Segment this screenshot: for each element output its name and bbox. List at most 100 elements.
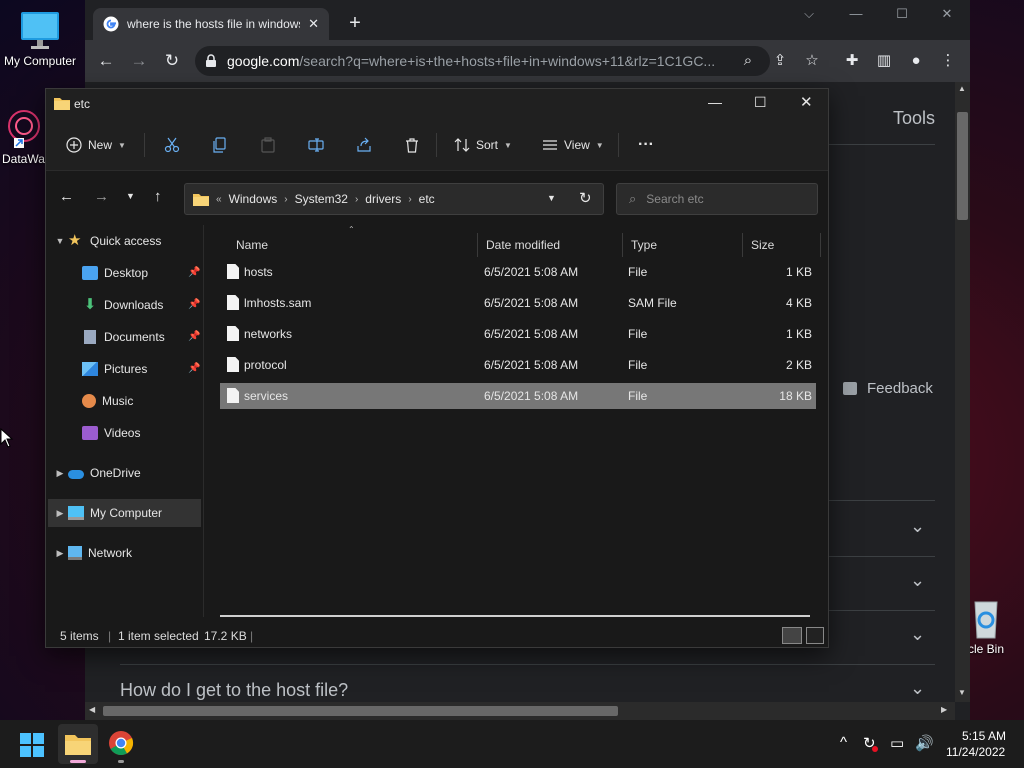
pin-icon[interactable]: 📌 <box>188 331 200 342</box>
chevron-down-icon[interactable]: ⌄ <box>910 678 925 699</box>
scroll-up-icon[interactable]: ▲ <box>958 84 966 93</box>
refresh-icon[interactable]: ↻ <box>579 189 592 207</box>
chevron-down-icon[interactable]: ⌄ <box>910 570 925 591</box>
desktop-icon-my-computer[interactable]: My Computer <box>4 10 76 68</box>
browser-tab[interactable]: where is the hosts file in windows ✕ <box>93 8 329 40</box>
bookmark-star-icon[interactable]: ☆ <box>801 50 823 72</box>
menu-icon[interactable]: ⋮ <box>937 50 959 72</box>
search-icon: ⌕ <box>629 191 637 206</box>
faq-question[interactable]: How do I get to the host file? <box>120 680 348 701</box>
tab-close-icon[interactable]: ✕ <box>308 16 319 32</box>
close-icon[interactable]: ✕ <box>933 6 961 26</box>
nav-my-computer[interactable]: ▶ My Computer <box>48 499 201 527</box>
network-icon[interactable]: ▭ <box>890 734 904 752</box>
reload-button[interactable]: ↻ <box>161 50 183 72</box>
forward-icon[interactable]: → <box>94 188 109 205</box>
breadcrumb-windows[interactable]: Windows <box>229 192 278 206</box>
nav-network[interactable]: ▶ Network <box>52 539 207 567</box>
breadcrumb-drivers[interactable]: drivers <box>365 192 401 206</box>
back-button[interactable]: ← <box>95 50 117 72</box>
details-view-icon[interactable] <box>782 627 802 644</box>
chevron-up-icon[interactable]: ^ <box>840 734 847 751</box>
chevron-right-icon[interactable]: ▶ <box>52 508 68 519</box>
column-header-name[interactable]: Name <box>228 233 478 257</box>
vertical-scrollbar[interactable]: ▲ ▼ <box>955 82 970 702</box>
maximize-icon[interactable]: ☐ <box>888 6 916 26</box>
file-row[interactable]: lmhosts.sam 6/5/2021 5:08 AM SAM File 4 … <box>220 290 816 316</box>
scroll-left-icon[interactable]: ◀ <box>89 705 95 714</box>
side-panel-icon[interactable]: ▥ <box>873 50 895 72</box>
taskbar-file-explorer[interactable] <box>58 724 98 764</box>
zoom-icon[interactable]: ⌕ <box>737 50 759 72</box>
chevron-right-icon[interactable]: › <box>284 194 287 205</box>
chevron-right-icon[interactable]: ▶ <box>52 468 68 479</box>
up-icon[interactable]: ↑ <box>154 188 162 205</box>
chevron-right-icon[interactable]: ▶ <box>52 548 68 559</box>
windows-start-icon[interactable] <box>20 733 44 757</box>
clock-date[interactable]: 11/24/2022 <box>946 745 1005 759</box>
pin-icon[interactable]: 📌 <box>188 299 200 310</box>
chevron-down-icon: ▼ <box>118 140 126 150</box>
maximize-icon[interactable]: ☐ <box>754 94 767 111</box>
delete-button[interactable] <box>404 133 420 157</box>
minimize-icon[interactable]: — <box>708 94 722 110</box>
address-history-chevron-icon[interactable]: ▼ <box>547 193 556 203</box>
horizontal-scrollbar[interactable] <box>220 615 810 617</box>
pin-icon[interactable]: 📌 <box>188 267 200 278</box>
share-button[interactable] <box>356 133 372 157</box>
taskbar-chrome[interactable] <box>108 730 134 763</box>
back-icon[interactable]: ← <box>59 188 74 205</box>
tab-search-icon[interactable]: ⌵ <box>795 6 823 26</box>
tools-link[interactable]: Tools <box>893 108 935 129</box>
new-button[interactable]: New ▼ <box>66 133 126 157</box>
forward-button[interactable]: → <box>128 50 150 72</box>
chevron-down-icon[interactable]: ▼ <box>52 236 68 246</box>
desktop-icon-datawa[interactable]: DataWa <box>2 108 46 166</box>
chevron-down-icon[interactable]: ⌄ <box>910 624 925 645</box>
pin-icon[interactable]: 📌 <box>188 363 200 374</box>
more-options-button[interactable]: ··· <box>638 133 654 157</box>
recent-locations-chevron-icon[interactable]: ▼ <box>126 191 135 201</box>
file-row[interactable]: networks 6/5/2021 5:08 AM File 1 KB <box>220 321 816 347</box>
column-header-type[interactable]: Type <box>623 233 743 257</box>
address-bar[interactable]: « Windows › System32 › drivers › etc ▼ ↻ <box>184 183 604 215</box>
address-bar[interactable]: google.com/search?q=where+is+the+hosts+f… <box>195 46 770 76</box>
feedback-link[interactable]: Feedback <box>843 380 933 397</box>
new-tab-button[interactable]: + <box>343 12 367 36</box>
file-date: 6/5/2021 5:08 AM <box>484 389 579 403</box>
extensions-icon[interactable]: ✚ <box>841 50 863 72</box>
file-row-selected[interactable]: services 6/5/2021 5:08 AM File 18 KB <box>220 383 816 409</box>
volume-icon[interactable]: 🔊 <box>915 734 934 752</box>
share-icon[interactable]: ⇪ <box>769 50 791 72</box>
column-header-size[interactable]: Size <box>743 233 821 257</box>
tiles-view-icon[interactable] <box>806 627 824 644</box>
scrollbar-thumb[interactable] <box>103 706 618 716</box>
clock-time[interactable]: 5:15 AM <box>962 729 1006 743</box>
chevron-right-icon[interactable]: › <box>355 194 358 205</box>
scroll-right-icon[interactable]: ▶ <box>941 705 947 714</box>
nav-quick-access[interactable]: ▼ ★ Quick access <box>52 227 207 255</box>
breadcrumb-etc[interactable]: etc <box>419 192 435 206</box>
breadcrumb-system32[interactable]: System32 <box>295 192 348 206</box>
nav-onedrive[interactable]: ▶ OneDrive <box>52 459 207 487</box>
sort-button[interactable]: Sort ▼ <box>454 133 512 157</box>
breadcrumb-overflow-icon[interactable]: « <box>216 194 222 205</box>
chevron-down-icon[interactable]: ⌄ <box>910 516 925 537</box>
cut-button[interactable] <box>164 133 180 157</box>
profile-icon[interactable]: ● <box>905 50 927 72</box>
file-row[interactable]: hosts 6/5/2021 5:08 AM File 1 KB <box>220 259 816 285</box>
search-input[interactable]: ⌕ Search etc <box>616 183 818 215</box>
close-icon[interactable]: ✕ <box>800 93 813 111</box>
copy-button[interactable] <box>212 133 228 157</box>
scrollbar-thumb[interactable] <box>957 112 968 220</box>
chevron-right-icon[interactable]: › <box>408 194 411 205</box>
column-header-date[interactable]: Date modified <box>478 233 623 257</box>
view-button[interactable]: View ▼ <box>542 133 604 157</box>
rename-button[interactable] <box>308 133 324 157</box>
file-row[interactable]: protocol 6/5/2021 5:08 AM File 2 KB <box>220 352 816 378</box>
scroll-down-icon[interactable]: ▼ <box>958 688 966 697</box>
desktop-icon-recycle-bin[interactable]: cle Bin <box>968 598 1004 656</box>
minimize-icon[interactable]: — <box>842 6 870 26</box>
paste-button[interactable] <box>260 133 276 157</box>
horizontal-scrollbar[interactable]: ◀ ▶ <box>85 702 955 720</box>
